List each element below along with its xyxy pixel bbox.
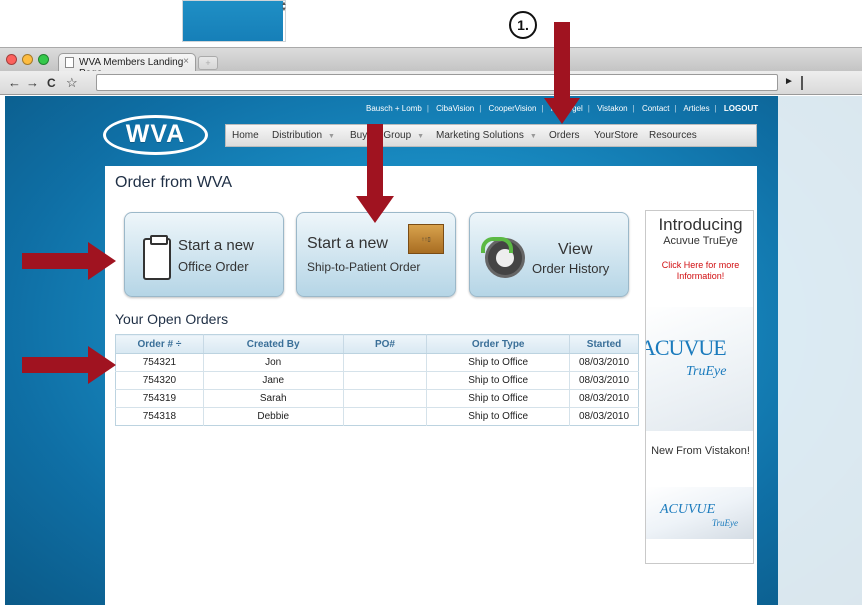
minimize-window-icon[interactable] — [22, 54, 33, 65]
col-po-number[interactable]: PO# — [343, 334, 428, 354]
open-orders-heading: Your Open Orders — [115, 311, 229, 327]
stepper-icon[interactable]: ▲ ▼ — [281, 1, 287, 13]
chevron-down-icon: ▼ — [328, 133, 335, 140]
created-by-cell: Jon — [203, 353, 344, 372]
started-cell: 08/03/2010 — [578, 411, 630, 422]
history-clock-icon — [481, 237, 525, 278]
nav-marketing-solutions[interactable]: Marketing Solutions ▼ — [436, 130, 537, 141]
started-cell: 08/03/2010 — [569, 371, 639, 390]
main-nav: Home Distribution ▼ Buying Group ▼ Marketi… — [225, 124, 757, 147]
nav-home[interactable]: Home — [232, 130, 259, 141]
ad-brand-logo: ACUVUE — [645, 335, 727, 360]
top-link-contact[interactable]: Contact — [642, 104, 670, 113]
ship-order-line2: Ship-to-Patient Order — [307, 260, 421, 274]
table-row[interactable]: 754320 Jane Ship to Office 08/03/2010 — [115, 371, 639, 390]
chevron-down-icon: ▼ — [529, 133, 537, 140]
top-link-vistakon[interactable]: Vistakon — [597, 104, 628, 113]
nav-resources[interactable]: Resources — [649, 130, 697, 141]
wva-logo[interactable]: WVA — [103, 115, 208, 155]
ad-brand-logo-2: ACUVUE — [660, 502, 716, 517]
chevron-down-icon: ▼ — [417, 133, 425, 140]
order-type-cell: Ship to Office — [426, 353, 571, 372]
created-by-cell: Jane — [203, 371, 344, 390]
order-number-cell[interactable]: 754321 — [115, 353, 204, 372]
top-link-coopervision[interactable]: CooperVision — [489, 104, 537, 113]
nav-distribution[interactable]: Distribution ▼ — [272, 130, 335, 141]
order-type-cell: Ship to Office — [426, 389, 571, 408]
view-order-history-button[interactable]: View Order History — [469, 212, 629, 297]
forward-button[interactable]: → — [26, 75, 39, 90]
nav-orders[interactable]: Orders — [549, 130, 580, 141]
clipboard-icon — [143, 235, 171, 280]
po-cell — [343, 353, 428, 372]
order-number-cell[interactable]: 754318 — [115, 407, 204, 426]
office-order-line1: Start a new — [178, 237, 254, 254]
reload-button[interactable]: C — [47, 76, 56, 90]
step-number-badge: 1. — [509, 11, 537, 39]
table-row[interactable]: 754319 Sarah Ship to Office 08/03/2010 — [115, 389, 639, 408]
ad-brand-sub: TruEye — [686, 364, 727, 379]
open-orders-table: Order # ÷ Created By PO# Order Type Star… — [115, 334, 639, 426]
created-by-cell: Debbie — [203, 407, 344, 426]
nav-buying-group[interactable]: Buying Group ▼ — [350, 130, 424, 141]
logout-link[interactable]: LOGOUT — [724, 104, 758, 113]
nav-distribution-label: Distribution — [272, 130, 323, 141]
po-cell — [343, 407, 428, 426]
address-bar[interactable] — [96, 74, 778, 91]
office-order-line2: Office Order — [178, 259, 249, 274]
browser-tabbar: WVA Members Landing Page × + — [0, 47, 862, 79]
ad-more-info-link[interactable]: Click Here for more Information! — [646, 260, 753, 282]
ad-product-box-2: ACUVUE TruEye — [646, 487, 753, 539]
tab-close-icon[interactable]: × — [183, 56, 189, 67]
browser-tab[interactable]: WVA Members Landing Page × — [58, 53, 196, 79]
go-button[interactable]: ► — [784, 76, 794, 87]
browser-toolbar: ← → C ☆ ► — [0, 71, 862, 95]
content-panel: Order from WVA Start a new Office Order … — [105, 166, 757, 605]
col-created-by[interactable]: Created By — [203, 334, 344, 354]
ad-new-from: New From Vistakon! — [651, 445, 750, 457]
order-type-cell: Ship to Office — [426, 407, 571, 426]
package-icon: ↑↑▯ — [408, 224, 444, 254]
new-office-order-button[interactable]: Start a new Office Order — [124, 212, 284, 297]
top-link-articles[interactable]: Articles — [683, 104, 709, 113]
new-tab-button[interactable]: + — [198, 56, 218, 70]
col-order-type[interactable]: Order Type — [426, 334, 571, 354]
widget-preview — [183, 1, 283, 41]
ad-introducing: Introducing — [658, 215, 743, 234]
table-row[interactable]: 754321 Jon Ship to Office 08/03/2010 — [115, 353, 639, 372]
screenshot-stage: { "browser": { "tab_title": "WVA Members… — [0, 0, 862, 605]
ad-product-name: Acuvue TruEye — [663, 235, 738, 247]
page-icon — [65, 57, 74, 68]
page-title: Order from WVA — [115, 174, 233, 191]
created-by-cell: Sarah — [203, 389, 344, 408]
floating-widget: ▲ ▼ — [182, 0, 287, 42]
col-order-number[interactable]: Order # ÷ — [115, 334, 204, 354]
bookmark-star-icon[interactable]: ☆ — [66, 75, 78, 91]
col-started[interactable]: Started — [569, 334, 639, 354]
table-row[interactable]: 754318 Debbie Ship to Office 08/03/2010 — [115, 407, 639, 426]
menu-icon[interactable] — [801, 76, 803, 90]
nav-yourstore[interactable]: YourStore — [594, 130, 638, 141]
history-line2: Order History — [532, 261, 610, 276]
po-cell — [343, 389, 428, 408]
history-line1: View — [558, 241, 593, 258]
new-ship-to-patient-order-button[interactable]: Start a new ↑↑▯ Ship-to-Patient Order — [296, 212, 456, 297]
order-type-cell: Ship to Office — [426, 371, 571, 390]
top-link-cibavision[interactable]: CibaVision — [436, 104, 474, 113]
po-cell — [343, 371, 428, 390]
ad-brand-sub-2: TruEye — [712, 518, 738, 528]
back-button[interactable]: ← — [8, 75, 21, 90]
close-window-icon[interactable] — [6, 54, 17, 65]
nav-marketing-label: Marketing Solutions — [436, 130, 524, 141]
started-cell: 08/03/2010 — [569, 389, 639, 408]
order-number-cell[interactable]: 754319 — [115, 389, 204, 408]
table-header-row: Order # ÷ Created By PO# Order Type Star… — [115, 334, 639, 354]
started-cell: 08/03/2010 — [569, 353, 639, 372]
ship-order-line1: Start a new — [307, 235, 388, 252]
zoom-window-icon[interactable] — [38, 54, 49, 65]
acuvue-ad[interactable]: Introducing Acuvue TruEye Click Here for… — [645, 210, 754, 564]
page-right-margin — [778, 96, 862, 605]
order-number-cell[interactable]: 754320 — [115, 371, 204, 390]
top-link-bausch[interactable]: Bausch + Lomb — [366, 104, 422, 113]
